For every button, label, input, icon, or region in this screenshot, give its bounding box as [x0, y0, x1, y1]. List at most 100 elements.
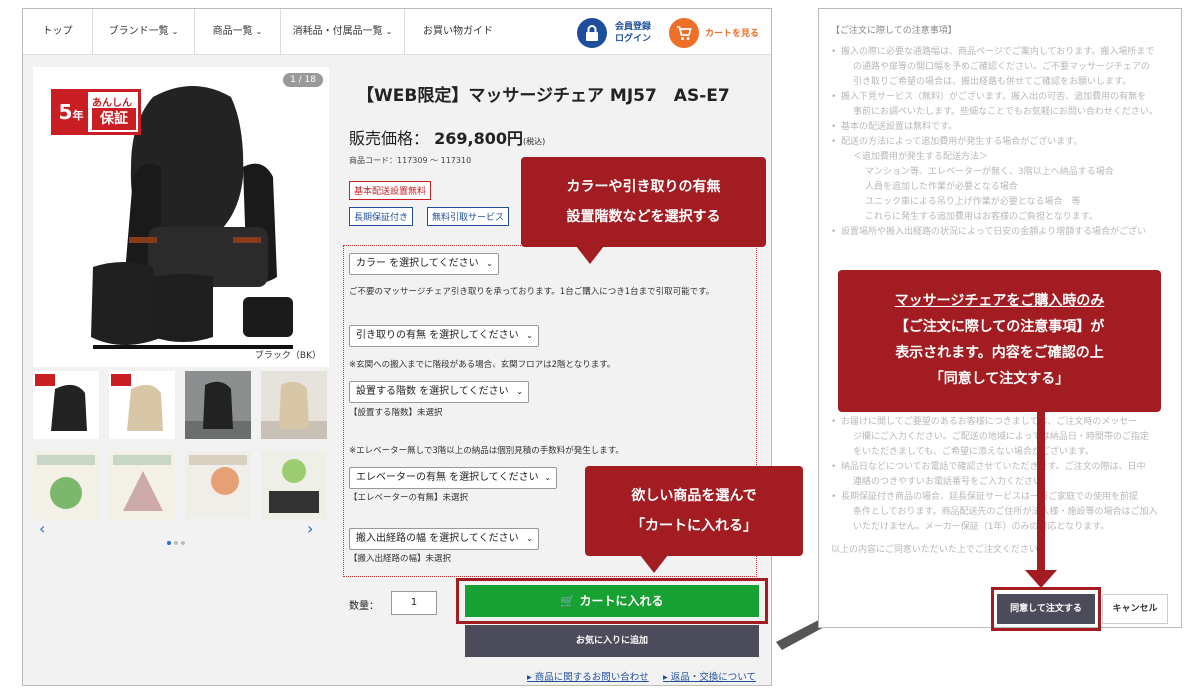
- color-select[interactable]: カラー を選択してください ⌄: [349, 253, 499, 275]
- thumbnail-8[interactable]: [261, 451, 327, 519]
- chevron-down-icon: ⌄: [526, 534, 533, 543]
- floor-note: ※玄関への搬入までに階段がある場合、玄関フロアは2階となります。: [349, 360, 616, 370]
- thumbnail-6[interactable]: [109, 451, 175, 519]
- thumbnail-black-chair: [35, 374, 87, 431]
- agree-and-order-button[interactable]: 同意して注文する: [997, 594, 1095, 624]
- nav-supplies[interactable]: 消耗品・付属品一覧 ⌄: [281, 9, 405, 55]
- dialog-callout-line3: 表示されます。内容をご確認の上: [895, 345, 1104, 361]
- add-to-cart-label: カートに入れる: [579, 594, 664, 608]
- product-code: 商品コード：117309 ～ 117310: [349, 156, 472, 165]
- options-callout-tail: [576, 246, 604, 264]
- thumbnail-room-black: [185, 381, 251, 439]
- chevron-down-icon: ⌄: [486, 259, 493, 268]
- elevator-select[interactable]: エレベーターの有無 を選択してください ⌄: [349, 467, 557, 489]
- price-label: 販売価格：: [349, 129, 430, 148]
- warranty-years: 5年: [54, 92, 88, 132]
- dialog-callout-arrow-stem: [1037, 412, 1045, 572]
- quantity-label: 数量：: [349, 601, 379, 612]
- nav-top[interactable]: トップ: [23, 9, 93, 55]
- floor-select[interactable]: 設置する階数 を選択してください ⌄: [349, 381, 529, 403]
- dialog-line: ＜追加費用が発生する配送方法＞: [853, 152, 989, 162]
- options-callout-line1: カラーや引き取りの有無: [566, 179, 721, 195]
- dialog-callout-line1: マッサージチェアをご購入時のみ: [894, 293, 1105, 309]
- path-width-status: 【搬入出経路の幅】未選択: [349, 554, 452, 564]
- dialog-line: の通路や扉等の開口幅を予めご確認ください。ご不要マッサージチェアの: [853, 62, 1150, 72]
- nav-supplies-label: 消耗品・付属品一覧: [292, 26, 383, 37]
- login-button[interactable]: [577, 18, 607, 48]
- free-pickup-badge: 無料引取サービス: [427, 207, 510, 226]
- chevron-down-icon: ⌄: [171, 27, 179, 36]
- login-link[interactable]: 会員登録 ログイン: [615, 21, 651, 45]
- thumbnail-4[interactable]: [261, 371, 327, 439]
- warranty-unit: 年: [72, 109, 84, 122]
- return-link[interactable]: ▸ 返品・交換について: [663, 669, 756, 683]
- color-caption: ブラック（BK）: [254, 351, 321, 361]
- thumbnail-1[interactable]: [33, 371, 99, 439]
- thumbnail-feature-2: [113, 455, 171, 511]
- cancel-button[interactable]: キャンセル: [1102, 594, 1168, 624]
- dialog-line: これらに発生する追加費用はお客様のご負担となります。: [865, 212, 1098, 222]
- warranty-number: 5: [58, 100, 73, 124]
- cart-callout-line1: 欲しい商品を選んで: [631, 488, 757, 504]
- add-to-favorites-button[interactable]: お気に入りに追加: [465, 625, 759, 657]
- dialog-line: 連絡のつきやすいお電話番号をご入力ください。: [853, 477, 1052, 487]
- carousel-dot[interactable]: [174, 541, 178, 545]
- nav-brands-label: ブランド一覧: [108, 26, 169, 37]
- product-main-image[interactable]: 1 / 18 5年 あんしん 保証 ブラック（BK）: [33, 67, 329, 367]
- inquiry-link-label: 商品に関するお問い合わせ: [534, 672, 649, 683]
- dialog-line: 長期保証付き商品の場合、延長保証サービスは一般ご家庭での使用を前提: [831, 490, 1171, 505]
- arrow-down-icon: [1025, 570, 1057, 588]
- carousel-dots[interactable]: [167, 530, 188, 549]
- path-select-value: 搬入出経路の幅 を選択してください: [356, 533, 519, 544]
- thumbnail-room-beige: [261, 381, 327, 439]
- cart-link[interactable]: カートを見る: [705, 26, 759, 39]
- nav-products-label: 商品一覧: [212, 26, 253, 37]
- cart-icon: 🛒: [560, 594, 580, 608]
- dialog-line: 配送の方法によって追加費用が発生する場合がございます。: [831, 135, 1171, 150]
- thumbnail-2[interactable]: [109, 371, 175, 439]
- chevron-left-icon[interactable]: ‹: [39, 519, 45, 538]
- dialog-line: 以上の内容にご同意いただいた上でご注文ください。: [831, 545, 1047, 555]
- add-to-cart-button[interactable]: 🛒 カートに入れる: [465, 585, 759, 617]
- thumbnail-5[interactable]: [33, 451, 99, 519]
- thumbnail-7[interactable]: [185, 451, 251, 519]
- carousel-dot[interactable]: [167, 541, 171, 545]
- chevron-down-icon: ⌄: [544, 473, 551, 482]
- cart-button[interactable]: [669, 18, 699, 48]
- cart-icon: [677, 26, 692, 40]
- dialog-line: 人員を追加した作業が必要となる場合: [865, 182, 1018, 192]
- dialog-body: 搬入の際に必要な通路幅は、商品ページでご案内しております。搬入場所まで の通路や…: [831, 45, 1171, 240]
- dialog-line: 搬入の際に必要な通路幅は、商品ページでご案内しております。搬入場所まで: [831, 45, 1171, 60]
- login-line1: 会員登録: [615, 22, 652, 32]
- quantity-input[interactable]: 1: [391, 591, 437, 615]
- nav-brands[interactable]: ブランド一覧 ⌄: [93, 9, 195, 55]
- options-callout-line2: 設置階数などを選択する: [566, 209, 721, 225]
- dialog-line: をいただきましても、ご希望に添えない場合がございます。: [853, 447, 1095, 457]
- chevron-down-icon: ⌄: [526, 331, 533, 340]
- carousel-dot[interactable]: [181, 541, 185, 545]
- dialog-line: 条件としております。商品配送先のご住所が法人様・施設等の場合はご加入: [853, 507, 1158, 517]
- product-title: 【WEB限定】マッサージチェア MJ57 AS-E7: [357, 86, 730, 106]
- floor-select-value: 設置する階数 を選択してください: [356, 386, 509, 397]
- dialog-line: ジ欄にご入力ください。ご配送の地域によっては納品日・時間帯のご指定: [853, 432, 1149, 442]
- dialog-line: ユニック車による吊り上げ作業が必要となる場合 等: [865, 197, 1081, 207]
- inquiry-link[interactable]: ▸ 商品に関するお問い合わせ: [527, 669, 649, 683]
- options-callout: カラーや引き取りの有無 設置階数などを選択する: [521, 157, 766, 247]
- path-width-select[interactable]: 搬入出経路の幅 を選択してください ⌄: [349, 528, 539, 550]
- elevator-select-value: エレベーターの有無 を選択してください: [356, 472, 539, 483]
- dialog-line: いただけません。メーカー保証（1年）のみの対応となります。: [853, 522, 1110, 532]
- chevron-right-icon[interactable]: ›: [307, 519, 313, 538]
- dialog-line: 納品日などについてお電話で確認させていただきます。ご注文の際は、日中: [831, 460, 1171, 475]
- nav-products[interactable]: 商品一覧 ⌄: [195, 9, 281, 55]
- product-page-screenshot: トップ ブランド一覧 ⌄ 商品一覧 ⌄ 消耗品・付属品一覧 ⌄ お買い物ガイド 会員登…: [22, 8, 772, 686]
- free-delivery-badge: 基本配送設置無料: [349, 181, 432, 200]
- price-value: 269,800円: [434, 129, 523, 148]
- thumbnail-feature-1: [37, 455, 95, 509]
- pickup-select[interactable]: 引き取りの有無 を選択してください ⌄: [349, 325, 539, 347]
- dialog-line: 設置場所や搬入出経路の状況によって日安の金額より増額する場合がござい: [831, 225, 1171, 240]
- warranty-badge: 5年 あんしん 保証: [51, 89, 141, 135]
- pickup-note: ご不要のマッサージチェア引き取りを承っております。1台ご購入につき1台まで引取可…: [349, 287, 715, 297]
- dialog-line: 引き取りご希望の場合は、搬出経路も併せてご確認をお願いします。: [853, 77, 1132, 87]
- nav-guide[interactable]: お買い物ガイド: [405, 9, 511, 55]
- thumbnail-3[interactable]: [185, 371, 251, 439]
